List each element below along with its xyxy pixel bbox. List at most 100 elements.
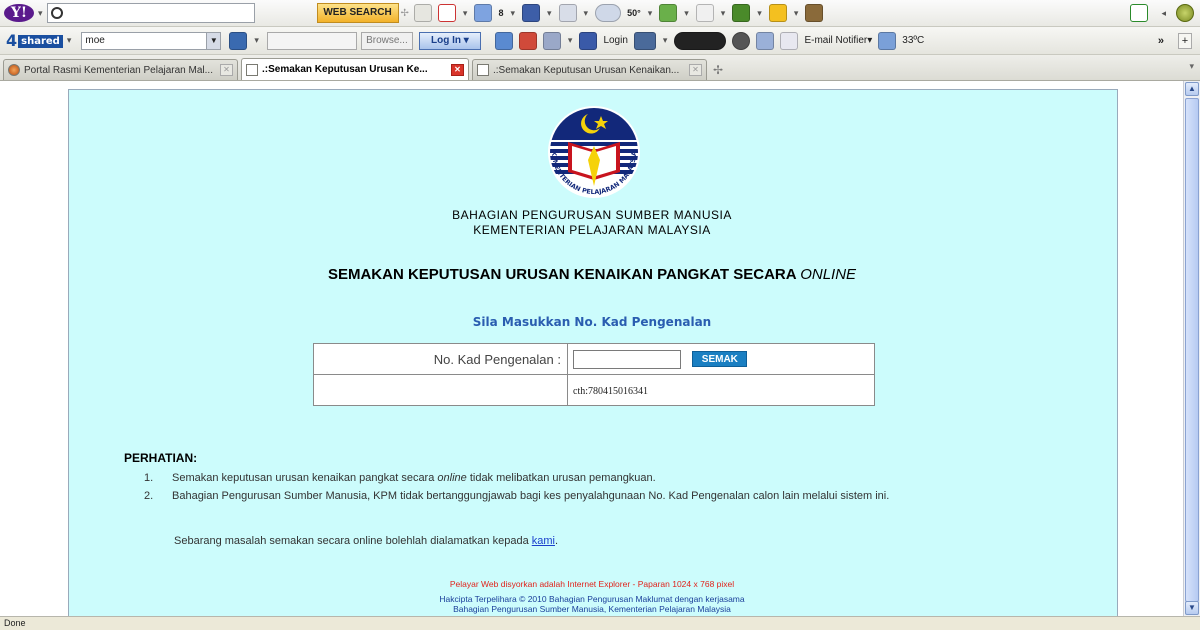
close-icon[interactable]: ✕ xyxy=(451,63,464,76)
settings-icon[interactable] xyxy=(756,31,775,50)
chevron-down-icon[interactable]: ▾ xyxy=(648,8,653,19)
yahoo-menu-dropdown-icon[interactable]: ▾ xyxy=(38,8,43,19)
yahoo-toolbar: Y! ▾ WEB SEARCH ✢ ▾ 8 ▾ ▾ ▾ 50° ▾ ▾ ▾ ▾ … xyxy=(0,0,1200,27)
chevron-down-icon[interactable]: ▾ xyxy=(663,35,668,46)
scrollbar-thumb[interactable] xyxy=(1185,98,1199,602)
chevron-left-icon[interactable]: ◂ xyxy=(1161,8,1166,19)
close-icon[interactable]: ✕ xyxy=(689,64,702,76)
web-search-button[interactable]: WEB SEARCH xyxy=(316,3,399,23)
ic-check-form: No. Kad Pengenalan : SEMAK cth:780415016… xyxy=(313,343,875,406)
search-icon xyxy=(50,7,63,19)
upload-file-field[interactable] xyxy=(266,31,357,50)
note-item-2: 2. Bahagian Pengurusan Sumber Manusia, K… xyxy=(144,490,890,502)
page-icon xyxy=(246,63,258,76)
chevron-down-icon[interactable]: ▾ xyxy=(757,8,762,19)
yahoo-logo[interactable]: Y! xyxy=(4,4,34,22)
bookmark-icon[interactable] xyxy=(732,4,751,22)
media-icon[interactable] xyxy=(633,31,656,50)
mail-count-badge: 8 xyxy=(498,8,504,18)
phone-icon[interactable] xyxy=(522,4,540,22)
mail-icon[interactable] xyxy=(474,4,493,22)
record-icon[interactable] xyxy=(732,31,751,50)
contact-link[interactable]: kami xyxy=(532,535,555,547)
department-heading: BAHAGIAN PENGURUSAN SUMBER MANUSIA KEMEN… xyxy=(69,208,1115,238)
ebay-icon[interactable] xyxy=(768,4,787,22)
email-icon[interactable] xyxy=(780,31,799,50)
semakan-page: KEMENTERIAN PELAJARAN MALAYSIA BAHAGIAN … xyxy=(68,89,1118,616)
tab-label: .:Semakan Keputusan Urusan Ke... xyxy=(262,64,428,75)
tab-list-dropdown-icon[interactable]: ▾ xyxy=(1189,61,1194,72)
shared-logo[interactable]: 4 shared xyxy=(6,31,63,50)
chevron-down-icon[interactable]: ▾ xyxy=(684,8,689,19)
chevron-down-icon[interactable]: ▾ xyxy=(67,35,72,46)
weather-icon[interactable] xyxy=(595,4,622,22)
note-item-1: 1. Semakan keputusan urusan kenaikan pan… xyxy=(144,472,656,484)
chevron-down-icon[interactable]: ▾ xyxy=(510,8,515,19)
department-line-2: KEMENTERIAN PELAJARAN MALAYSIA xyxy=(473,223,711,237)
shared-toolbar: 4 shared ▾ moe ▼ ▾ Browse... Log In ▾ ▾ L… xyxy=(0,27,1200,55)
tab-semakan-2[interactable]: .:Semakan Keputusan Urusan Kenaikan... ✕ xyxy=(472,59,707,80)
add-icon[interactable] xyxy=(1130,4,1149,22)
people-icon[interactable] xyxy=(542,31,561,50)
toolbar-overflow-button[interactable]: » xyxy=(1158,35,1164,47)
email-notifier-label[interactable]: E-mail Notifier▾ xyxy=(804,35,872,46)
games-icon[interactable] xyxy=(805,4,824,22)
ic-number-input[interactable] xyxy=(573,349,681,369)
chevron-down-icon[interactable]: ▾ xyxy=(463,8,468,19)
flickr-icon[interactable] xyxy=(695,4,714,22)
kpm-emblem-logo: KEMENTERIAN PELAJARAN MALAYSIA xyxy=(548,106,640,198)
ic-label: No. Kad Pengenalan : xyxy=(313,343,568,375)
browse-button[interactable]: Browse... xyxy=(360,31,413,50)
chevron-down-icon[interactable]: ▾ xyxy=(721,8,726,19)
go-icon[interactable] xyxy=(229,31,248,50)
tab-label: .:Semakan Keputusan Urusan Kenaikan... xyxy=(493,64,680,76)
address-book-icon[interactable] xyxy=(413,4,432,22)
semak-button[interactable]: SEMAK xyxy=(692,351,748,367)
finance-icon[interactable] xyxy=(659,4,678,22)
tab-semakan-active[interactable]: .:Semakan Keputusan Urusan Ke... ✕ xyxy=(241,57,469,80)
page-title: SEMAKAN KEPUTUSAN URUSAN KENAIKAN PANGKA… xyxy=(327,266,857,283)
empty-cell xyxy=(313,374,568,406)
facebook-icon[interactable] xyxy=(579,31,598,50)
chevron-down-icon[interactable]: ▾ xyxy=(547,8,552,19)
facebook-login-link[interactable]: Login xyxy=(603,35,627,46)
notes-list: 1. Semakan keputusan urusan kenaikan pan… xyxy=(144,472,1044,508)
chevron-down-icon[interactable]: ▾ xyxy=(254,35,259,46)
chevron-down-icon[interactable]: ▼ xyxy=(206,32,221,49)
new-tab-button[interactable]: ✢ xyxy=(713,63,723,77)
vertical-scrollbar[interactable]: ▲ ▼ xyxy=(1183,81,1200,616)
globe-icon xyxy=(8,64,20,76)
example-cell: cth:780415016341 xyxy=(567,374,875,406)
close-icon[interactable]: ✕ xyxy=(220,64,233,76)
browser-recommendation-notice: Pelayar Web disyorkan adalah Internet Ex… xyxy=(449,579,735,589)
media-controls-icon[interactable] xyxy=(674,31,727,50)
copyright-footer: Hakcipta Terpelihara © 2010 Bahagian Pen… xyxy=(439,594,745,614)
scroll-up-icon[interactable]: ▲ xyxy=(1185,82,1199,96)
instruction-text: Sila Masukkan No. Kad Pengenalan xyxy=(472,315,712,329)
notes-heading: PERHATIAN: xyxy=(124,451,198,465)
shared-search-input[interactable]: moe ▼ xyxy=(81,31,222,50)
tab-bar: Portal Rasmi Kementerian Pelajaran Mal..… xyxy=(0,55,1200,81)
radio-icon[interactable] xyxy=(518,31,537,50)
weather-icon[interactable] xyxy=(878,31,897,50)
plus-icon[interactable]: + xyxy=(1178,32,1192,49)
yahoo-search-input[interactable] xyxy=(46,3,255,23)
scroll-down-icon[interactable]: ▼ xyxy=(1185,601,1199,615)
chevron-down-icon[interactable]: ▾ xyxy=(584,8,589,19)
clipboard-icon[interactable] xyxy=(558,4,577,22)
share-icon[interactable] xyxy=(494,31,513,50)
chevron-down-icon[interactable]: ▾ xyxy=(568,35,573,46)
page-icon xyxy=(477,64,489,76)
gear-icon[interactable] xyxy=(1176,4,1194,22)
contact-text: Sebarang masalah semakan secara online b… xyxy=(174,535,559,547)
status-bar: Done xyxy=(0,616,1200,630)
shared-login-button[interactable]: Log In ▾ xyxy=(418,31,481,50)
toolbar-separator: ✢ xyxy=(400,7,409,19)
department-line-1: BAHAGIAN PENGURUSAN SUMBER MANUSIA xyxy=(452,208,732,222)
ic-example-text: cth:780415016341 xyxy=(573,386,648,397)
ic-field-cell: SEMAK xyxy=(567,343,875,375)
gmail-icon[interactable] xyxy=(437,4,456,22)
tab-portal-rasmi[interactable]: Portal Rasmi Kementerian Pelajaran Mal..… xyxy=(3,59,238,80)
chevron-down-icon[interactable]: ▾ xyxy=(794,8,799,19)
page-viewport: KEMENTERIAN PELAJARAN MALAYSIA BAHAGIAN … xyxy=(0,81,1183,616)
